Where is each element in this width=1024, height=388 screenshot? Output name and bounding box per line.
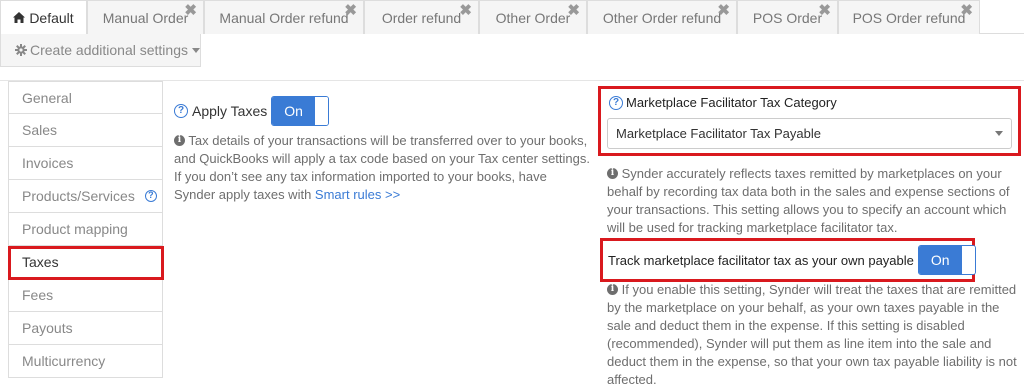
tab-label: Manual Order [102,10,189,26]
sidebar-item-multicurrency[interactable]: Multicurrency [8,345,163,378]
tab-pos-order-refund[interactable]: POS Order refund ✖ [838,0,980,34]
tab-label: Manual Order refund [219,10,349,26]
sidebar-item-payouts[interactable]: Payouts [8,312,163,345]
info-icon: i [607,168,618,180]
sidebar-item-general[interactable]: General [8,81,163,114]
info-line: Synder apply taxes with [174,187,315,202]
info-line: If you don’t see any tax information imp… [174,169,547,184]
chevron-down-icon [995,131,1003,136]
sidebar-item-products-services[interactable]: Products/Services? [8,180,163,213]
info-line: Synder accurately reflects taxes remitte… [621,166,1002,181]
info-line: (recommended), Synder will put them as l… [607,336,992,351]
mft-category-label-row: ? Marketplace Facilitator Tax Category [609,95,837,110]
toggle-knob [961,246,975,274]
tab-label: Other Order [495,10,571,26]
sidebar-item-sales[interactable]: Sales [8,114,163,147]
info-line: behalf by recording tax data both in the… [607,184,1010,199]
tab-other-order-refund[interactable]: Other Order refund ✖ [587,0,737,34]
help-icon[interactable]: ? [609,95,623,110]
sidebar-item-product-mapping[interactable]: Product mapping [8,213,163,246]
apply-taxes-label: Apply Taxes [192,103,268,119]
close-icon[interactable]: ✖ [344,3,357,18]
gear-icon [15,43,27,56]
info-line: your transactions. This setting allows y… [607,202,1007,217]
info-line: deduct them in the expense, so that your… [607,354,1017,369]
tab-order-refund[interactable]: Order refund ✖ [364,0,479,34]
close-icon[interactable]: ✖ [459,3,472,18]
apply-taxes-toggle[interactable]: On [271,96,329,126]
tab-label: POS Order [752,10,823,26]
sidebar-item-invoices[interactable]: Invoices [8,147,163,180]
track-mft-toggle[interactable]: On [917,245,976,275]
sidebar-item-fees[interactable]: Fees [8,279,163,312]
mft-category-label: Marketplace Facilitator Tax Category [626,95,837,110]
track-mft-label: Track marketplace facilitator tax as you… [608,252,914,268]
tab-label: Other Order refund [602,10,722,26]
tab-manual-order-refund[interactable]: Manual Order refund ✖ [204,0,364,34]
tab-label: POS Order refund [852,10,966,26]
toggle-on-label: On [918,246,962,274]
close-icon[interactable]: ✖ [567,3,580,18]
help-icon[interactable]: ? [174,104,188,118]
select-value: Marketplace Facilitator Tax Payable [616,126,821,141]
create-settings-label: Create additional settings [30,42,188,58]
tab-other-order[interactable]: Other Order ✖ [479,0,587,34]
close-icon[interactable]: ✖ [184,3,197,18]
settings-sidebar: General Sales Invoices Products/Services… [8,81,163,378]
tab-label: Default [29,10,74,26]
info-icon: i [174,135,185,147]
close-icon[interactable]: ✖ [717,3,730,18]
apply-taxes-row: ? Apply Taxes On [174,96,329,126]
sidebar-item-label: Products/Services [22,188,135,204]
home-icon [13,12,26,24]
settings-tabs: Default Manual Order ✖ Manual Order refu… [0,0,1024,35]
info-line: affected. [607,372,657,387]
track-mft-info: i If you enable this setting, Synder wil… [607,281,1019,388]
toggle-on-label: On [272,97,315,125]
chevron-down-icon [192,47,200,53]
tab-pos-order[interactable]: POS Order ✖ [737,0,838,34]
close-icon[interactable]: ✖ [960,3,973,18]
create-additional-settings-button[interactable]: Create additional settings [0,34,201,67]
info-line: If you enable this setting, Synder will … [621,282,1017,297]
info-line: by the marketplace on your behalf, as yo… [607,300,1000,315]
taxes-highlight-box [8,246,164,280]
smart-rules-link[interactable]: Smart rules >> [315,187,400,202]
track-mft-row: Track marketplace facilitator tax as you… [608,245,976,275]
toggle-knob [314,97,328,125]
info-line: Tax details of your transactions will be… [188,133,588,148]
mft-info: i Synder accurately reflects taxes remit… [607,165,1019,237]
tab-manual-order[interactable]: Manual Order ✖ [87,0,204,34]
tab-default[interactable]: Default [0,0,87,35]
info-line: and QuickBooks will apply a tax code bas… [174,151,590,166]
info-line: sale and deduct them in the expense. If … [607,318,965,333]
help-icon[interactable]: ? [144,190,157,203]
apply-taxes-info: i Tax details of your transactions will … [174,132,594,204]
info-icon: i [607,284,618,296]
mft-category-select[interactable]: Marketplace Facilitator Tax Payable [607,118,1012,149]
info-line: will be used for tracking marketplace fa… [607,220,898,235]
tab-label: Order refund [381,10,462,26]
close-icon[interactable]: ✖ [818,3,831,18]
